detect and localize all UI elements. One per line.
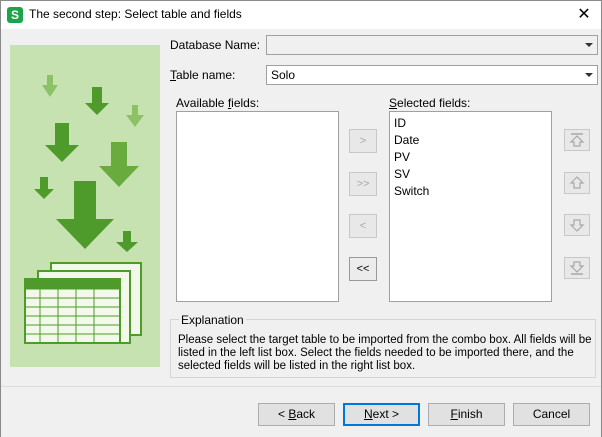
window-title: The second step: Select table and fields [29, 7, 242, 21]
database-name-label: Database Name: [170, 38, 261, 52]
footer-bar: < Back Next > Finish Cancel [1, 386, 601, 437]
title-bar: S The second step: Select table and fiel… [1, 1, 601, 29]
list-item[interactable]: Date [390, 132, 551, 149]
move-bottom-button[interactable] [564, 257, 590, 279]
app-icon: S [7, 7, 23, 23]
available-fields-label: Available fields: [176, 96, 260, 110]
cancel-button[interactable]: Cancel [513, 403, 590, 426]
selected-fields-label: Selected fields: [389, 96, 471, 110]
move-bottom-icon [569, 261, 585, 275]
close-button[interactable]: ✕ [567, 1, 601, 29]
move-top-icon [569, 133, 585, 147]
list-item[interactable]: Switch [390, 183, 551, 200]
explanation-group: Explanation Please select the target tab… [170, 313, 596, 378]
next-button[interactable]: Next > [343, 403, 420, 426]
remove-all-fields-button[interactable]: << [349, 257, 377, 281]
add-all-fields-button[interactable]: >> [349, 172, 377, 196]
selected-fields-list[interactable]: ID Date PV SV Switch [389, 111, 552, 302]
table-name-combo[interactable]: Solo [266, 65, 598, 85]
move-top-button[interactable] [564, 129, 590, 151]
list-item[interactable]: SV [390, 166, 551, 183]
wizard-window: S The second step: Select table and fiel… [0, 0, 602, 437]
import-arrows-table-icon [24, 75, 144, 344]
list-item[interactable]: ID [390, 115, 551, 132]
move-down-button[interactable] [564, 214, 590, 236]
remove-field-button[interactable]: < [349, 214, 377, 238]
explanation-title: Explanation [179, 313, 246, 327]
finish-button[interactable]: Finish [428, 403, 505, 426]
table-name-label: Table name: [170, 68, 236, 82]
move-up-button[interactable] [564, 172, 590, 194]
chevron-down-icon [585, 73, 593, 77]
available-fields-list[interactable] [176, 111, 339, 302]
wizard-illustration [10, 45, 160, 367]
move-up-icon [569, 176, 585, 189]
add-field-button[interactable]: > [349, 129, 377, 153]
chevron-down-icon [585, 43, 593, 47]
back-button[interactable]: < Back [258, 403, 335, 426]
close-icon: ✕ [577, 6, 591, 23]
table-name-value: Solo [271, 68, 296, 82]
database-name-combo[interactable] [266, 35, 598, 55]
list-item[interactable]: PV [390, 149, 551, 166]
explanation-text: Please select the target table to be imp… [178, 334, 592, 372]
move-down-icon [569, 219, 585, 232]
